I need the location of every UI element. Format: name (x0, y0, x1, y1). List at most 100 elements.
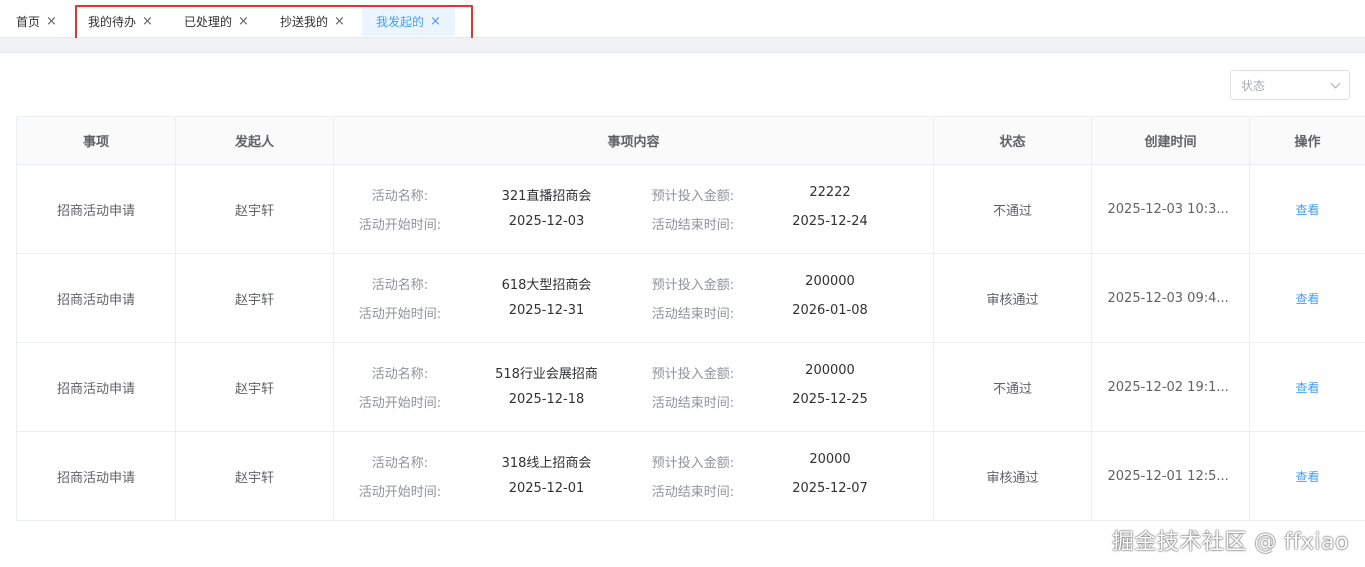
cell-initiator: 赵宇轩 (175, 342, 334, 432)
close-icon[interactable]: × (334, 15, 345, 28)
close-icon[interactable]: × (238, 15, 249, 28)
label-start-time: 活动开始时间: (358, 485, 442, 500)
label-end-time: 活动结束时间: (651, 307, 735, 322)
label-activity-name: 活动名称: (371, 189, 429, 204)
tab-label: 我发起的 (376, 14, 425, 29)
created-time-text: 2025-12-03 09:4... (1107, 290, 1229, 306)
value-budget: 200000 (805, 363, 855, 378)
value-activity-name: 321直播招商会 (501, 189, 592, 204)
item-text: 招商活动申请 (56, 203, 135, 219)
cell-action: 查看 (1249, 431, 1365, 521)
value-budget: 20000 (809, 452, 851, 467)
cell-action: 查看 (1249, 253, 1365, 343)
label-end-time: 活动结束时间: (651, 485, 735, 500)
initiator-text: 赵宇轩 (234, 381, 274, 397)
status-select-placeholder: 状态 (1241, 78, 1266, 93)
cell-content: 活动名称: 318线上招商会 预计投入金额: 20000 活动开始时间: 202… (333, 431, 934, 521)
value-end-time: 2025-12-07 (792, 481, 868, 496)
label-activity-name: 活动名称: (371, 456, 429, 471)
view-link[interactable]: 查看 (1295, 292, 1319, 306)
label-activity-name: 活动名称: (371, 278, 429, 293)
value-end-time: 2026-01-08 (792, 303, 868, 318)
cell-created: 2025-12-03 10:3... (1091, 164, 1250, 254)
header-action: 操作 (1249, 116, 1365, 165)
table-header-row: 事项 发起人 事项内容 状态 创建时间 操作 (16, 116, 1365, 165)
cell-created: 2025-12-02 19:1... (1091, 342, 1250, 432)
tab-my-todo[interactable]: 我的待办 × (88, 6, 153, 36)
view-link[interactable]: 查看 (1295, 203, 1319, 217)
cell-action: 查看 (1249, 164, 1365, 254)
label-budget: 预计投入金额: (651, 367, 735, 382)
cell-status: 不通过 (933, 164, 1092, 254)
tab-label: 已处理的 (184, 14, 233, 29)
tab-cc-me[interactable]: 抄送我的 × (280, 6, 345, 36)
cell-content: 活动名称: 518行业会展招商 预计投入金额: 200000 活动开始时间: 2… (333, 342, 934, 432)
initiator-text: 赵宇轩 (234, 203, 274, 219)
header-content: 事项内容 (333, 116, 934, 165)
tab-bar: 首页 × 我的待办 × 已处理的 × 抄送我的 × 我发起的 × (0, 0, 1365, 38)
value-budget: 200000 (805, 274, 855, 289)
cell-initiator: 赵宇轩 (175, 164, 334, 254)
header-status: 状态 (933, 116, 1092, 165)
status-text: 不通过 (992, 381, 1032, 397)
header-created: 创建时间 (1091, 116, 1250, 165)
status-text: 审核通过 (986, 292, 1039, 308)
cell-created: 2025-12-03 09:4... (1091, 253, 1250, 343)
label-budget: 预计投入金额: (651, 189, 735, 204)
tab-processed[interactable]: 已处理的 × (184, 6, 249, 36)
value-activity-name: 618大型招商会 (501, 278, 592, 293)
tab-label: 首页 (16, 14, 41, 29)
chevron-down-icon (1330, 78, 1341, 88)
value-activity-name: 318线上招商会 (501, 456, 592, 471)
main-content: 状态 事项 发起人 事项内容 状态 创建时间 操作 招商活动申请 赵宇轩 活动名… (0, 53, 1365, 567)
tab-initiated-by-me[interactable]: 我发起的 × (362, 6, 455, 36)
table-row: 招商活动申请 赵宇轩 活动名称: 518行业会展招商 预计投入金额: 20000… (16, 342, 1365, 432)
close-icon[interactable]: × (430, 15, 441, 28)
view-link[interactable]: 查看 (1295, 381, 1319, 395)
view-link[interactable]: 查看 (1295, 470, 1319, 484)
status-select[interactable]: 状态 (1230, 70, 1350, 100)
created-time-text: 2025-12-03 10:3... (1107, 201, 1229, 217)
label-budget: 预计投入金额: (651, 456, 735, 471)
cell-item: 招商活动申请 (16, 164, 176, 254)
cell-initiator: 赵宇轩 (175, 431, 334, 521)
header-item: 事项 (16, 116, 176, 165)
cell-item: 招商活动申请 (16, 431, 176, 521)
cell-item: 招商活动申请 (16, 253, 176, 343)
cell-item: 招商活动申请 (16, 342, 176, 432)
value-budget: 22222 (809, 185, 851, 200)
table-row: 招商活动申请 赵宇轩 活动名称: 318线上招商会 预计投入金额: 20000 … (16, 431, 1365, 521)
initiator-text: 赵宇轩 (234, 292, 274, 308)
cell-initiator: 赵宇轩 (175, 253, 334, 343)
initiated-table: 事项 发起人 事项内容 状态 创建时间 操作 招商活动申请 赵宇轩 活动名称: … (16, 116, 1365, 521)
cell-status: 审核通过 (933, 431, 1092, 521)
tab-label: 抄送我的 (280, 14, 329, 29)
status-text: 不通过 (992, 203, 1032, 219)
value-end-time: 2025-12-25 (792, 392, 868, 407)
tab-separator (0, 38, 1365, 53)
value-start-time: 2025-12-03 (508, 214, 585, 229)
cell-action: 查看 (1249, 342, 1365, 432)
close-icon[interactable]: × (142, 15, 153, 28)
item-text: 招商活动申请 (56, 381, 135, 397)
value-end-time: 2025-12-24 (792, 214, 868, 229)
value-activity-name: 518行业会展招商 (495, 367, 598, 382)
created-time-text: 2025-12-01 12:5... (1107, 468, 1229, 484)
item-text: 招商活动申请 (56, 292, 135, 308)
label-start-time: 活动开始时间: (358, 218, 442, 233)
initiator-text: 赵宇轩 (234, 470, 274, 486)
cell-status: 审核通过 (933, 253, 1092, 343)
value-start-time: 2025-12-31 (508, 303, 585, 318)
table-row: 招商活动申请 赵宇轩 活动名称: 321直播招商会 预计投入金额: 22222 … (16, 164, 1365, 254)
label-end-time: 活动结束时间: (651, 396, 735, 411)
watermark-text: 掘金技术社区 @ ffxiao (1111, 530, 1349, 555)
close-icon[interactable]: × (46, 15, 57, 28)
created-time-text: 2025-12-02 19:1... (1107, 379, 1229, 395)
cell-status: 不通过 (933, 342, 1092, 432)
tab-label: 我的待办 (88, 14, 137, 29)
label-budget: 预计投入金额: (651, 278, 735, 293)
label-end-time: 活动结束时间: (651, 218, 735, 233)
label-start-time: 活动开始时间: (358, 307, 442, 322)
item-text: 招商活动申请 (56, 470, 135, 486)
tab-home[interactable]: 首页 × (16, 6, 57, 36)
